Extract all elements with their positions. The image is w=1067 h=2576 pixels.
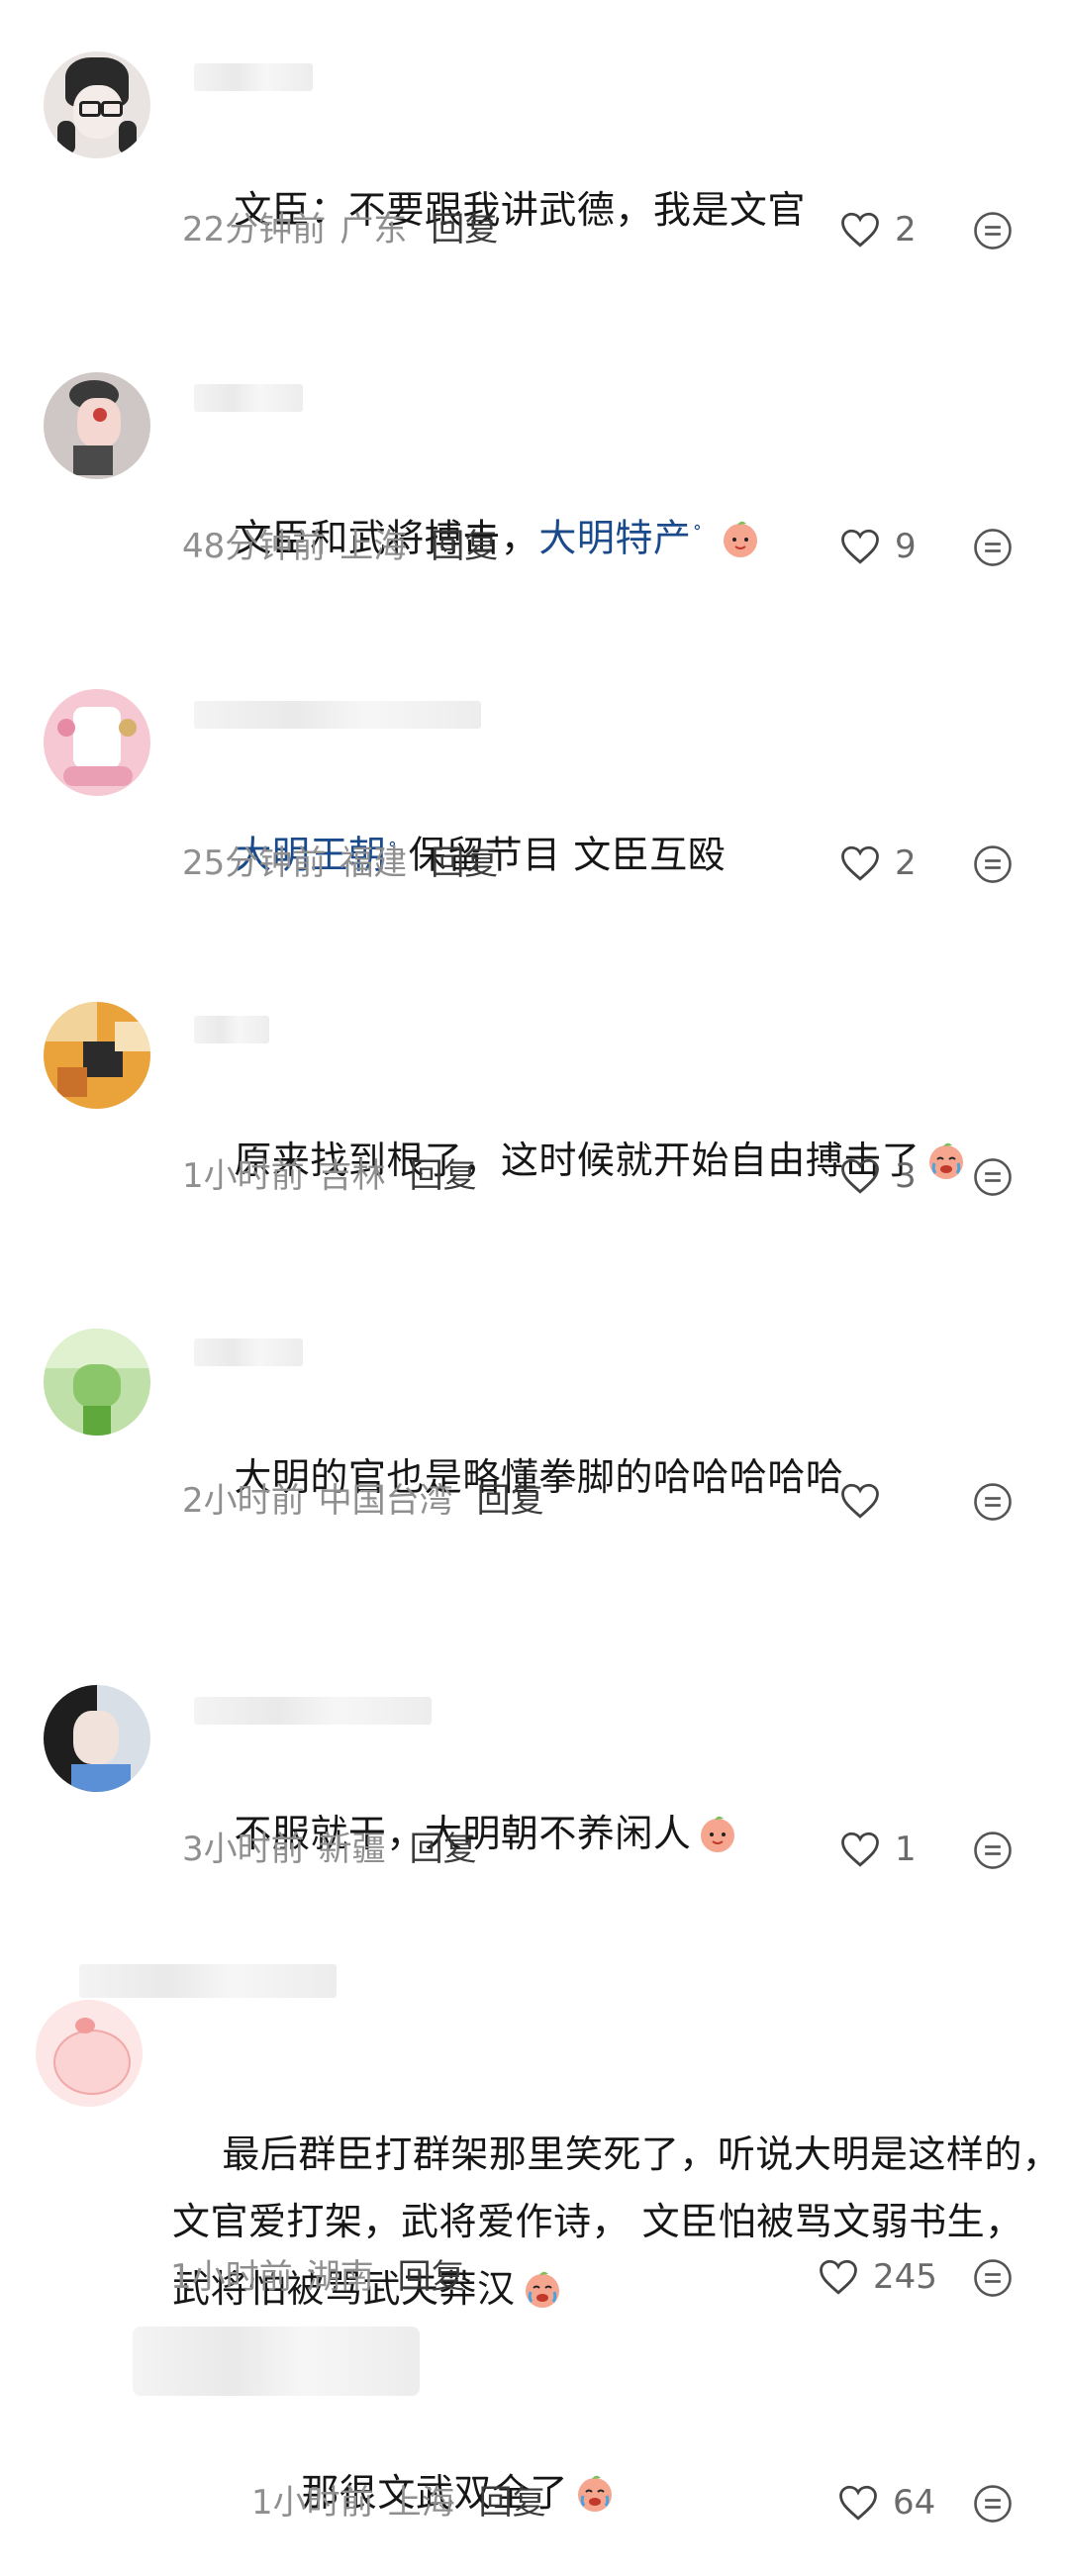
reply-button[interactable]: 回复	[431, 843, 498, 883]
crying-laughing-peach-emoji	[522, 2263, 563, 2308]
like-count: 245	[873, 2257, 937, 2297]
ellipsis-circle-icon[interactable]	[972, 527, 1014, 568]
username[interactable]	[79, 1964, 337, 1998]
ellipsis-circle-icon[interactable]	[972, 1830, 1014, 1871]
heart-outline-icon	[841, 1483, 879, 1519]
avatar[interactable]	[44, 689, 150, 796]
username[interactable]	[194, 701, 481, 729]
timestamp: 48分钟前	[182, 527, 327, 566]
location: 吉林	[318, 1156, 386, 1196]
location: 广东	[340, 210, 408, 249]
avatar[interactable]	[44, 1685, 150, 1792]
ellipsis-circle-icon[interactable]	[972, 210, 1014, 251]
like-count: 64	[893, 2483, 936, 2523]
comment-meta: 1小时前 吉林 回复	[182, 1156, 477, 1196]
crying-laughing-peach-emoji	[925, 1139, 967, 1181]
timestamp: 1小时前	[182, 1156, 305, 1196]
comment-item: 最后群臣打群架那里笑死了，听说大明是这样的， 文官爱打架，武将爱作诗， 文臣怕被骂…	[0, 1960, 1067, 2311]
heart-outline-icon	[841, 1158, 879, 1194]
comment-item: 大明的官也是略懂拳脚的哈哈哈哈哈 2小时前 中国台湾 回复	[0, 1277, 1067, 1604]
comment-meta: 48分钟前 上海 回复	[182, 527, 498, 566]
like-count: 2	[895, 843, 917, 883]
like-button[interactable]: 245	[818, 2257, 937, 2297]
like-button[interactable]: 3	[839, 1156, 917, 1196]
ellipsis-circle-icon[interactable]	[972, 843, 1014, 885]
peach-face-emoji	[697, 1813, 738, 1854]
like-count: 9	[895, 527, 917, 566]
avatar[interactable]	[36, 2000, 143, 2107]
timestamp: 22分钟前	[182, 210, 327, 249]
crying-laughing-peach-emoji	[574, 2472, 616, 2514]
like-button[interactable]: 2	[839, 843, 917, 883]
username[interactable]	[194, 63, 313, 91]
like-button[interactable]: 9	[839, 527, 917, 566]
comment-item: 不服就干，大明朝不养闲人 3小时前 新疆 回复 1	[0, 1634, 1067, 1940]
reply-button[interactable]: 回复	[477, 1481, 544, 1521]
comment-text-a: 最后群臣打群架那里笑死了，听说大明是这样的，	[222, 2132, 1061, 2176]
timestamp: 3小时前	[182, 1830, 305, 1869]
comment-meta: 1小时前 上海 回复	[251, 2483, 546, 2523]
like-count: 1	[895, 1830, 917, 1869]
like-button[interactable]	[839, 1481, 895, 1521]
search-small-icon: ᐤ	[693, 519, 702, 543]
avatar[interactable]	[44, 1329, 150, 1436]
comment-text: 大明的官也是略懂拳脚的哈哈哈哈哈	[184, 1394, 843, 1560]
like-button[interactable]: 1	[839, 1830, 917, 1869]
username[interactable]	[133, 2327, 420, 2396]
reply-button[interactable]: 回复	[431, 527, 498, 566]
timestamp: 1小时前	[251, 2483, 374, 2523]
ellipsis-circle-icon[interactable]	[972, 2257, 1014, 2299]
timestamp: 25分钟前	[182, 843, 327, 883]
comment-item: 大明王朝 ᐤ 保留节目 文臣互殴 25分钟前 福建 回复 2	[0, 634, 1067, 921]
reply-button[interactable]: 回复	[410, 1830, 477, 1869]
location: 上海	[340, 527, 408, 566]
ellipsis-circle-icon[interactable]	[972, 1481, 1014, 1523]
timestamp: 2小时前	[182, 1481, 305, 1521]
username[interactable]	[194, 384, 303, 412]
heart-outline-icon	[841, 529, 879, 564]
avatar[interactable]	[44, 372, 150, 479]
comment-meta: 3小时前 新疆 回复	[182, 1830, 477, 1869]
location: 福建	[340, 843, 408, 883]
comment-meta: 1小时前 湖南 回复	[170, 2257, 465, 2297]
reply-button[interactable]: 回复	[431, 210, 498, 249]
timestamp: 1小时前	[170, 2257, 293, 2297]
location: 中国台湾	[318, 1481, 453, 1521]
comment-item: 文臣和武将搏击，大明特产 ᐤ 48分钟前 上海 回复 9	[0, 317, 1067, 604]
reply-button[interactable]: 回复	[479, 2483, 546, 2523]
reply-item: 那很文武双全了 1小时前 上海 回复 64	[0, 2317, 1067, 2534]
comment-meta: 22分钟前 广东 回复	[182, 210, 498, 249]
ellipsis-circle-icon[interactable]	[972, 2483, 1014, 2525]
heart-outline-icon	[839, 2485, 877, 2521]
username[interactable]	[194, 1697, 432, 1725]
comment-item: 原来找到根了，这时候就开始自由搏击了 1小时前 吉林 回复 3	[0, 950, 1067, 1238]
username[interactable]	[194, 1338, 303, 1366]
like-count: 3	[895, 1156, 917, 1196]
like-count: 2	[895, 210, 917, 249]
heart-outline-icon	[820, 2259, 857, 2295]
ellipsis-circle-icon[interactable]	[972, 1156, 1014, 1198]
like-button[interactable]: 64	[837, 2483, 935, 2523]
comment-meta: 2小时前 中国台湾 回复	[182, 1481, 544, 1521]
location: 上海	[387, 2483, 455, 2523]
heart-outline-icon	[841, 212, 879, 248]
username[interactable]	[194, 1016, 269, 1043]
comment-meta: 25分钟前 福建 回复	[182, 843, 498, 883]
avatar[interactable]	[44, 1002, 150, 1109]
peach-face-emoji	[720, 518, 761, 559]
heart-outline-icon	[841, 1832, 879, 1867]
avatar[interactable]	[44, 51, 150, 158]
location: 新疆	[318, 1830, 386, 1869]
location: 湖南	[306, 2257, 374, 2297]
heart-outline-icon	[841, 845, 879, 881]
topic-link[interactable]: 大明特产	[538, 517, 691, 560]
like-button[interactable]: 2	[839, 210, 917, 249]
reply-button[interactable]: 回复	[398, 2257, 465, 2297]
reply-button[interactable]: 回复	[410, 1156, 477, 1196]
comment-text-b: 文官爱打架，武将爱作诗， 文臣怕被骂文弱书生，	[172, 2200, 1023, 2243]
comment-item: 文臣：不要跟我讲武德，我是文官 22分钟前 广东 回复 2	[0, 0, 1067, 287]
